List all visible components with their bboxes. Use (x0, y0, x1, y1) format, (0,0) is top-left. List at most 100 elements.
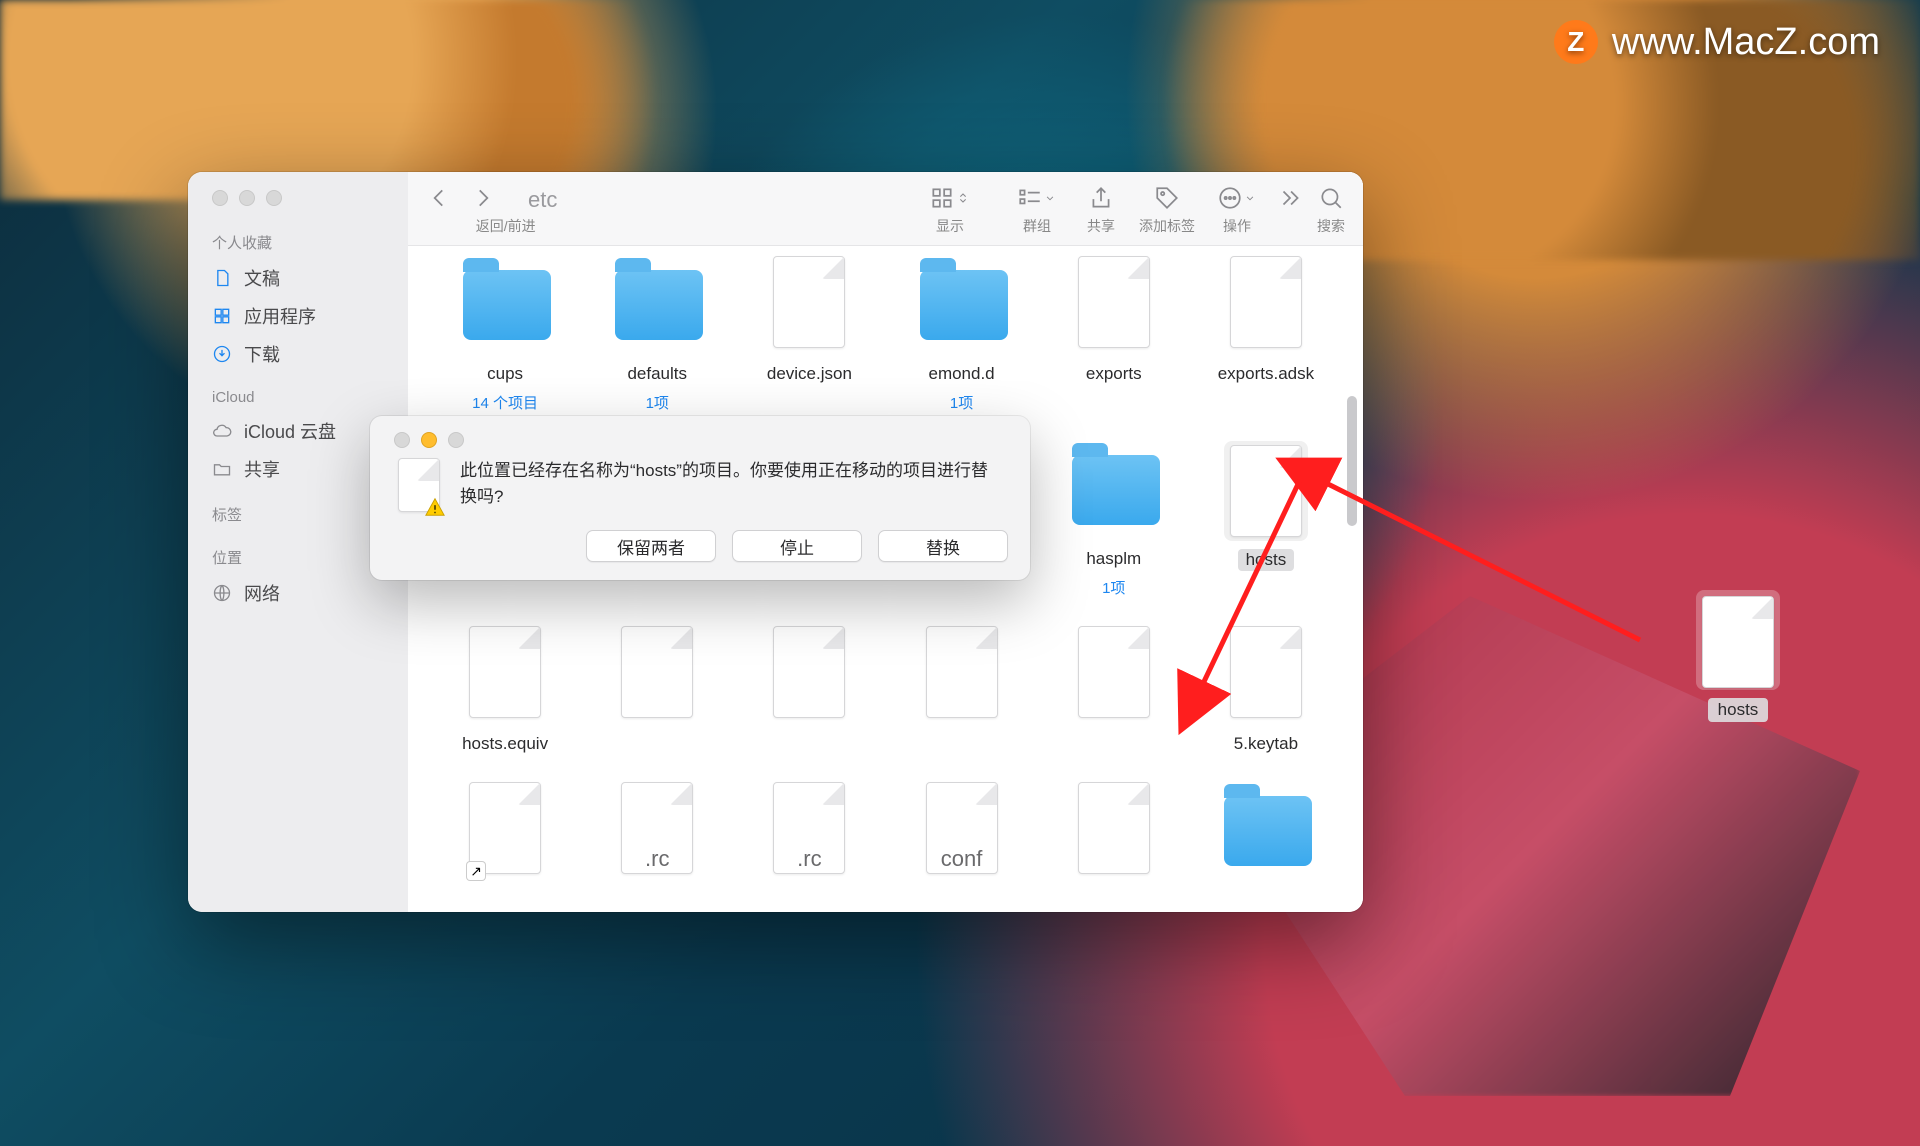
file-item[interactable]: .rc (586, 782, 728, 890)
overflow-icon (1277, 185, 1303, 211)
minimize-button[interactable] (239, 190, 255, 206)
tag-icon (1154, 185, 1180, 211)
cloud-icon (212, 421, 232, 441)
download-icon (212, 344, 232, 364)
file-label: defaults (627, 364, 687, 384)
warning-badge-icon (424, 496, 446, 518)
toolbar-view-label: 显示 (936, 216, 964, 236)
file-item[interactable]: device.json (738, 256, 880, 413)
file-item[interactable]: ↗ (434, 782, 576, 890)
toolbar-search-label: 搜索 (1317, 216, 1345, 236)
file-item[interactable] (738, 626, 880, 754)
dialog-message: 此位置已经存在名称为“hosts”的项目。你要使用正在移动的项目进行替换吗? (460, 458, 1004, 514)
toolbar-overflow[interactable] (1277, 182, 1303, 232)
document-icon (212, 268, 232, 288)
scrollbar-thumb[interactable] (1347, 396, 1357, 526)
search-icon (1318, 185, 1344, 211)
file-item[interactable] (891, 626, 1033, 754)
toolbar-view[interactable]: 显示 (929, 182, 971, 236)
chevron-down-icon (1043, 185, 1057, 211)
file-item[interactable]: cups 14 个项目 (434, 256, 576, 413)
toolbar-actions-label: 操作 (1223, 216, 1251, 236)
dialog-minimize-button[interactable] (421, 432, 437, 448)
file-subtitle: 1项 (1102, 577, 1125, 598)
file-item[interactable]: emond.d 1项 (891, 256, 1033, 413)
sidebar-item-network[interactable]: 网络 (188, 574, 408, 612)
dialog-close-button[interactable] (394, 432, 410, 448)
file-label: hosts.equiv (462, 734, 548, 754)
file-item[interactable]: hosts (1195, 441, 1337, 598)
file-label: cups (487, 364, 523, 384)
window-traffic-lights[interactable] (188, 190, 408, 216)
toolbar-tags[interactable]: 添加标签 (1139, 182, 1195, 236)
sidebar-item-label: 网络 (244, 580, 280, 606)
chevron-up-down-icon (955, 185, 971, 211)
file-item[interactable]: conf (891, 782, 1033, 890)
sidebar-item-label: 下载 (244, 341, 280, 367)
file-label: hasplm (1086, 549, 1141, 569)
file-item[interactable]: exports (1043, 256, 1185, 413)
sidebar-item-documents[interactable]: 文稿 (188, 259, 408, 297)
toolbar-group[interactable]: 群组 (1017, 182, 1057, 236)
zoom-button[interactable] (266, 190, 282, 206)
toolbar-actions[interactable]: 操作 (1217, 182, 1257, 236)
window-title: etc (514, 183, 571, 213)
file-item[interactable] (1043, 626, 1185, 754)
file-item[interactable]: .rc (738, 782, 880, 890)
file-item[interactable]: defaults 1项 (586, 256, 728, 413)
icon-view-icon (929, 185, 955, 211)
toolbar-share-label: 共享 (1087, 216, 1115, 236)
sidebar-item-downloads[interactable]: 下载 (188, 335, 408, 373)
dialog-zoom-button[interactable] (448, 432, 464, 448)
actions-icon (1217, 185, 1243, 211)
toolbar-search[interactable]: 搜索 (1317, 182, 1345, 236)
file-label: exports.adsk (1218, 364, 1314, 384)
sidebar-item-label: 应用程序 (244, 303, 316, 329)
shared-folder-icon (212, 459, 232, 479)
sidebar-item-applications[interactable]: 应用程序 (188, 297, 408, 335)
sidebar-item-label: 共享 (244, 456, 280, 482)
watermark: Z www.MacZ.com (1554, 20, 1880, 64)
file-item[interactable] (1043, 782, 1185, 890)
desktop-file-hosts[interactable]: hosts (1696, 590, 1780, 722)
file-item[interactable] (586, 626, 728, 754)
file-item[interactable]: hosts.equiv (434, 626, 576, 754)
file-item[interactable]: 5.keytab (1195, 626, 1337, 754)
share-icon (1088, 185, 1114, 211)
sidebar-item-label: iCloud 云盘 (244, 418, 336, 444)
toolbar-share[interactable]: 共享 (1087, 182, 1115, 236)
desktop-file-label: hosts (1708, 698, 1769, 722)
file-label: device.json (767, 364, 852, 384)
back-icon[interactable] (426, 185, 452, 211)
file-label: emond.d (928, 364, 994, 384)
toolbar-group-label: 群组 (1023, 216, 1051, 236)
file-subtitle: 1项 (646, 392, 669, 413)
file-item[interactable]: hasplm 1项 (1043, 441, 1185, 598)
group-icon (1017, 185, 1043, 211)
file-subtitle: 14 个项目 (472, 392, 538, 413)
file-subtitle: 1项 (950, 392, 973, 413)
chevron-down-icon (1243, 185, 1257, 211)
toolbar-nav-label: 返回/前进 (476, 216, 536, 236)
globe-icon (212, 583, 232, 603)
file-label: 5.keytab (1234, 734, 1298, 754)
file-label: hosts (1238, 549, 1295, 571)
toolbar-overflow-label (1288, 216, 1292, 232)
applications-icon (212, 306, 232, 326)
watermark-badge: Z (1554, 20, 1598, 64)
forward-icon[interactable] (470, 185, 496, 211)
toolbar-tags-label: 添加标签 (1139, 216, 1195, 236)
replace-dialog: 此位置已经存在名称为“hosts”的项目。你要使用正在移动的项目进行替换吗? 保… (370, 416, 1030, 580)
finder-toolbar: etc 返回/前进 显示 群组 共享 添加标签 (408, 172, 1363, 246)
replace-button[interactable]: 替换 (878, 530, 1008, 562)
sidebar-section-favorites: 个人收藏 (188, 216, 408, 259)
keep-both-button[interactable]: 保留两者 (586, 530, 716, 562)
sidebar-item-label: 文稿 (244, 265, 280, 291)
file-item[interactable]: exports.adsk (1195, 256, 1337, 413)
stop-button[interactable]: 停止 (732, 530, 862, 562)
file-item[interactable] (1195, 782, 1337, 890)
toolbar-nav: etc 返回/前进 (426, 182, 585, 236)
dialog-file-icon (396, 458, 442, 514)
close-button[interactable] (212, 190, 228, 206)
dialog-traffic-lights[interactable] (392, 432, 1008, 458)
